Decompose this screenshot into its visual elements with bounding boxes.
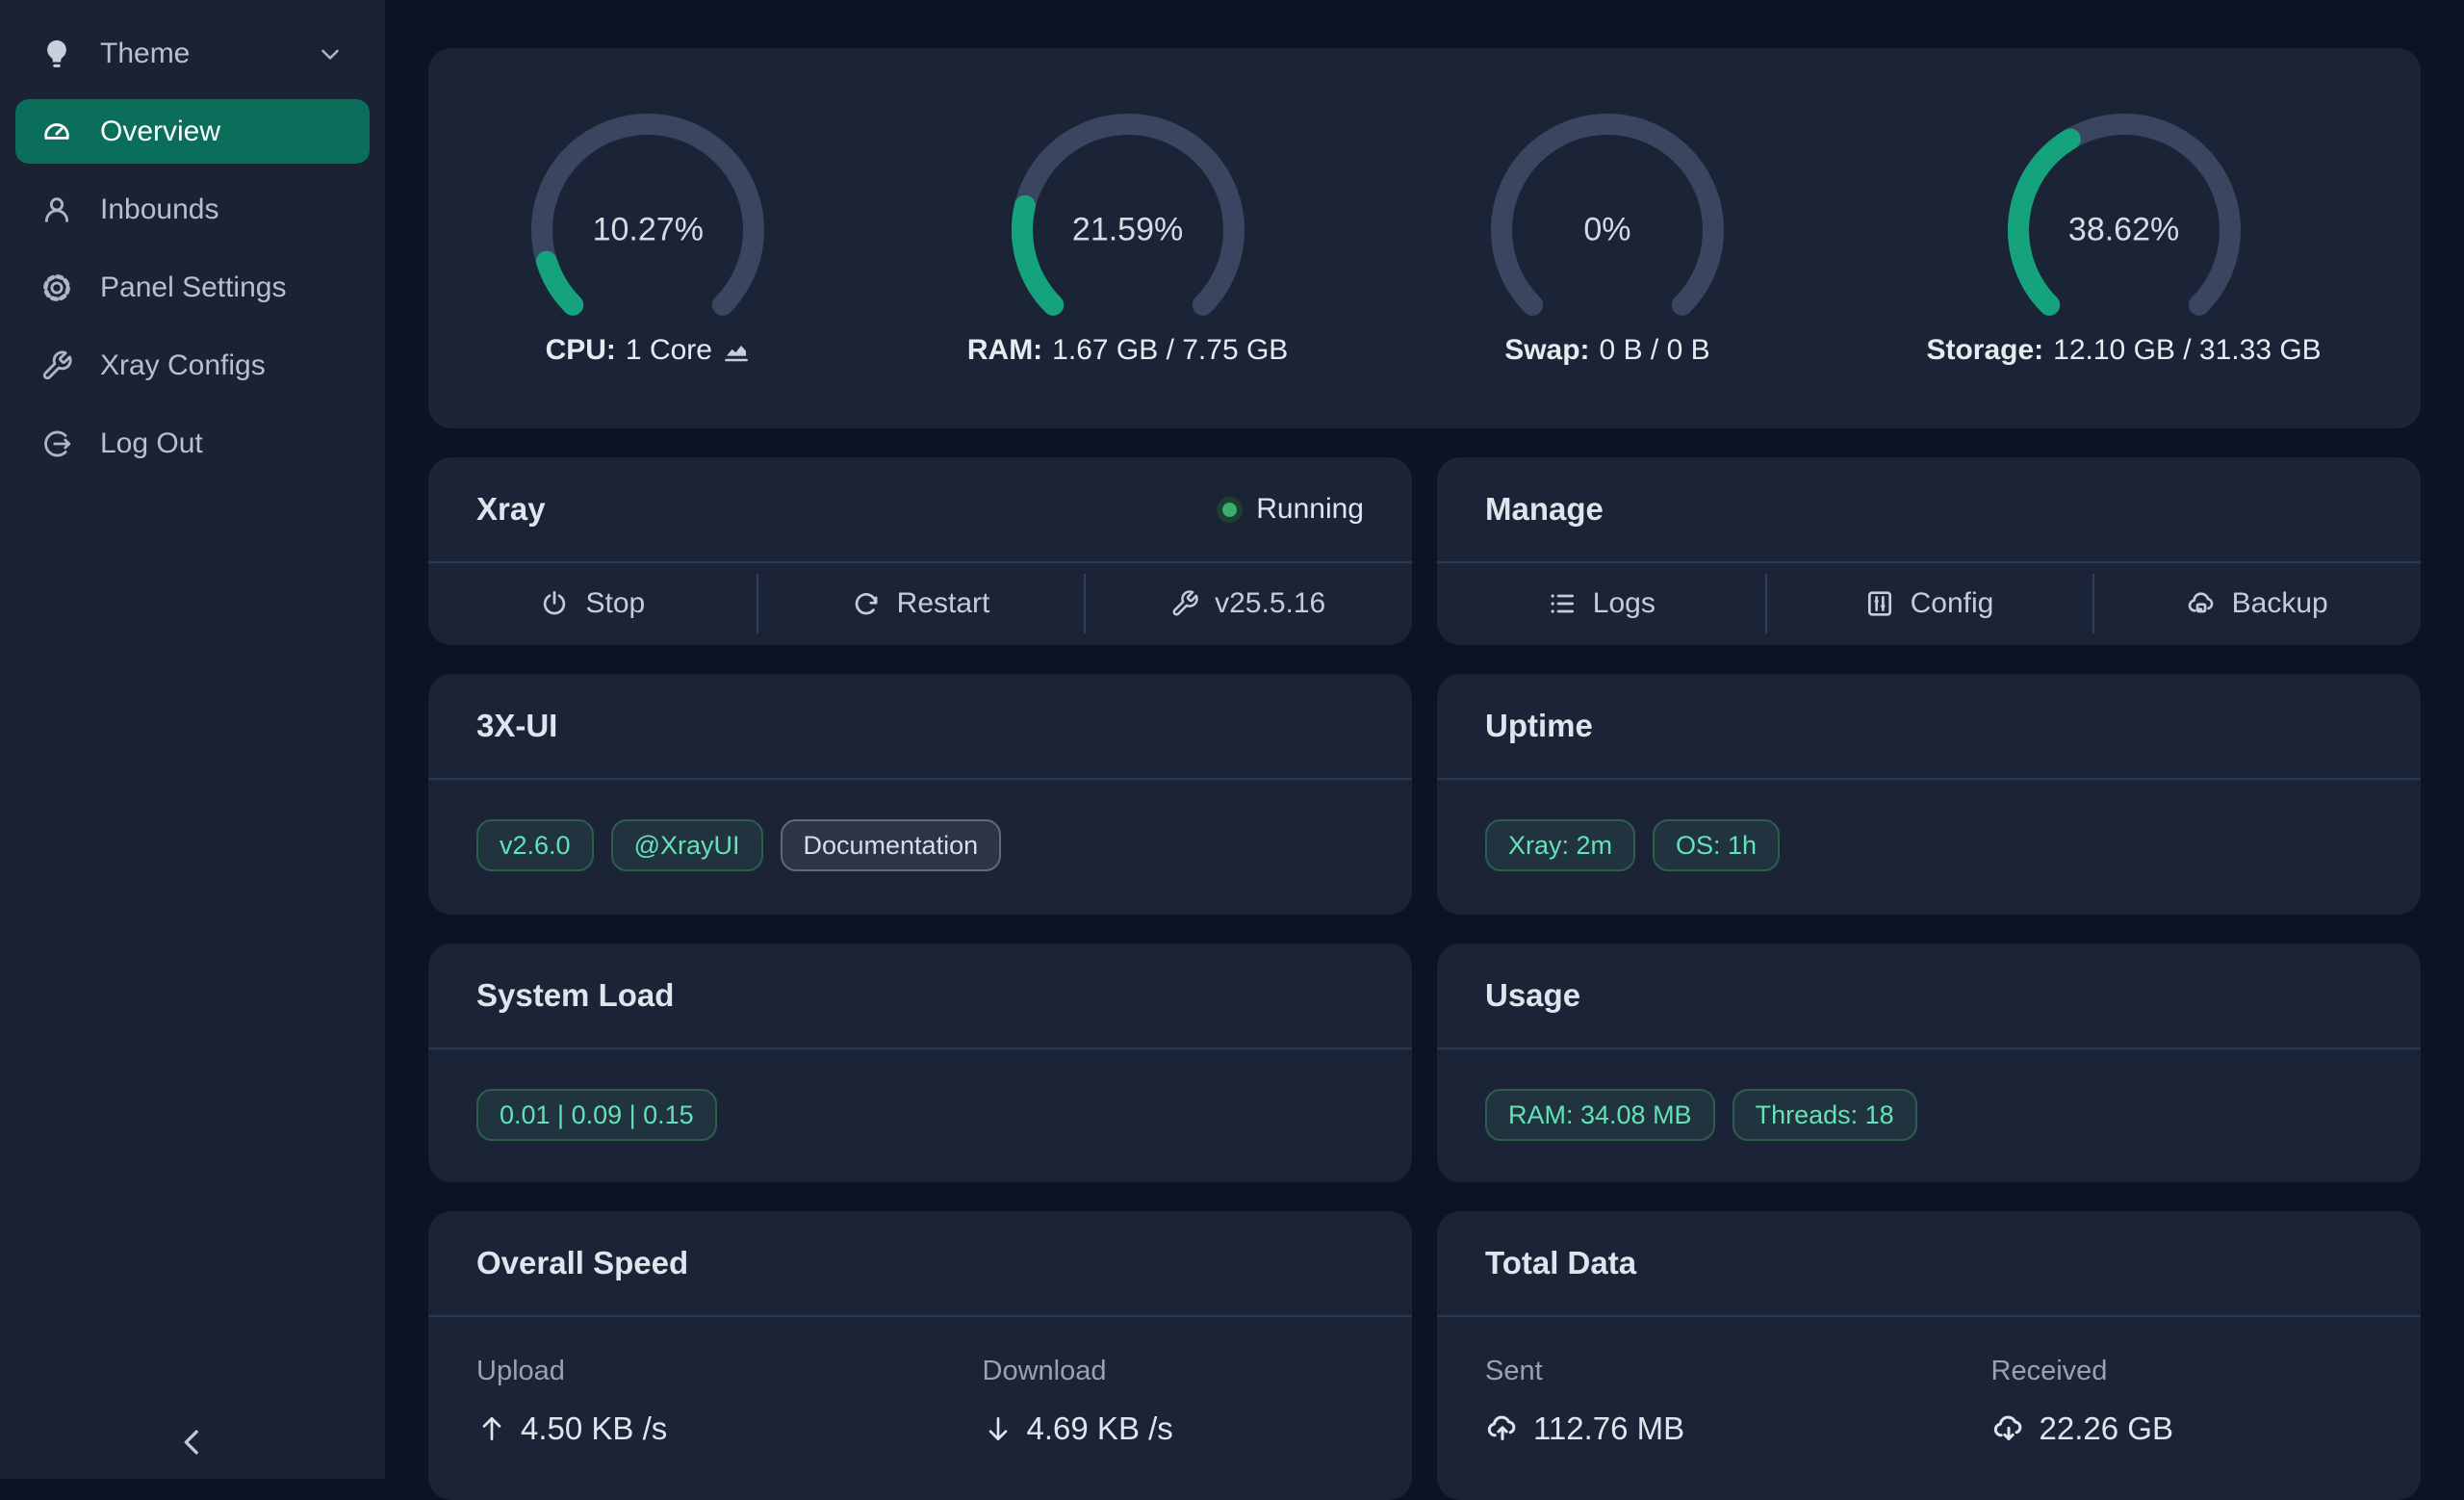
arrow-down-icon <box>983 1413 1014 1444</box>
version-badge[interactable]: v2.6.0 <box>476 819 594 871</box>
storage-percent: 38.62% <box>2004 212 2245 249</box>
sidebar-item-xray-configs[interactable]: Xray Configs <box>15 333 370 398</box>
status-dot-icon <box>1222 503 1237 517</box>
xray-card-title: Xray <box>476 491 546 528</box>
sidebar-item-label: Log Out <box>100 427 203 460</box>
restart-icon <box>851 588 882 619</box>
sidebar-item-label: Panel Settings <box>100 272 286 304</box>
xrayui-link-badge[interactable]: @XrayUI <box>611 819 763 871</box>
sidebar-item-inbounds[interactable]: Inbounds <box>15 177 370 242</box>
xray-version-button[interactable]: v25.5.16 <box>1084 563 1412 644</box>
cloud-upload-icon <box>1485 1411 1520 1446</box>
system-load-card: System Load 0.01 | 0.09 | 0.15 <box>428 944 1412 1182</box>
uptime-card-title: Uptime <box>1485 708 1593 744</box>
documentation-badge[interactable]: Documentation <box>781 819 1002 871</box>
upload-speed-metric: Upload 4.50 KB /s <box>476 1356 983 1447</box>
xray-restart-button[interactable]: Restart <box>757 563 1085 644</box>
xray-card: Xray Running Stop <box>428 457 1412 645</box>
arrow-up-icon <box>476 1413 507 1444</box>
ram-caption: RAM: 1.67 GB / 7.75 GB <box>967 334 1288 367</box>
system-gauges-card: 10.27% CPU: 1 Core 21.59% RAM: 1.67 GB /… <box>428 48 2421 428</box>
uptime-card: Uptime Xray: 2m OS: 1h <box>1437 674 2421 915</box>
sliders-icon <box>1864 588 1895 619</box>
theme-label: Theme <box>100 38 190 70</box>
logout-icon <box>40 427 73 460</box>
system-load-card-title: System Load <box>476 977 674 1014</box>
usage-card-title: Usage <box>1485 977 1580 1014</box>
swap-gauge: 0% Swap: 0 B / 0 B <box>1487 110 1728 367</box>
theme-selector[interactable]: Theme <box>15 21 370 86</box>
sidebar-item-overview[interactable]: Overview <box>15 99 370 164</box>
area-chart-icon[interactable] <box>722 336 751 365</box>
manage-card: Manage Logs <box>1437 457 2421 645</box>
cloud-download-icon <box>1991 1411 2026 1446</box>
sidebar-item-panel-settings[interactable]: Panel Settings <box>15 255 370 320</box>
overall-speed-card: Overall Speed Upload 4.50 KB /s Download <box>428 1211 1412 1500</box>
threads-badge: Threads: 18 <box>1732 1089 1917 1141</box>
usage-card: Usage RAM: 34.08 MB Threads: 18 <box>1437 944 2421 1182</box>
sidebar-item-label: Inbounds <box>100 194 218 226</box>
sidebar: Theme Overview Inbounds Panel Settings <box>0 0 385 1479</box>
received-data-metric: Received 22.26 GB <box>1991 1356 2373 1447</box>
cpu-gauge: 10.27% CPU: 1 Core <box>527 110 768 367</box>
backup-button[interactable]: Backup <box>2092 563 2421 644</box>
swap-percent: 0% <box>1487 212 1728 249</box>
bulb-icon <box>40 38 73 70</box>
overall-speed-card-title: Overall Speed <box>476 1245 688 1281</box>
total-data-card-title: Total Data <box>1485 1245 1636 1281</box>
gear-icon <box>40 272 73 304</box>
ram-usage-badge: RAM: 34.08 MB <box>1485 1089 1715 1141</box>
user-icon <box>40 194 73 226</box>
main-content: 10.27% CPU: 1 Core 21.59% RAM: 1.67 GB /… <box>385 0 2464 1479</box>
sidebar-item-label: Overview <box>100 116 220 148</box>
gauge-icon <box>40 116 73 148</box>
chevron-down-icon <box>316 39 345 68</box>
ram-percent: 21.59% <box>1008 212 1248 249</box>
swap-caption: Swap: 0 B / 0 B <box>1504 334 1709 367</box>
wrench-icon <box>40 349 73 382</box>
sidebar-collapse-button[interactable] <box>0 1423 385 1461</box>
ram-gauge: 21.59% RAM: 1.67 GB / 7.75 GB <box>967 110 1288 367</box>
sidebar-item-log-out[interactable]: Log Out <box>15 411 370 476</box>
power-icon <box>539 588 570 619</box>
storage-gauge: 38.62% Storage: 12.10 GB / 31.33 GB <box>1926 110 2321 367</box>
cpu-percent: 10.27% <box>527 212 768 249</box>
cloud-icon <box>2186 588 2217 619</box>
load-average-badge: 0.01 | 0.09 | 0.15 <box>476 1089 717 1141</box>
chevron-left-icon <box>173 1423 212 1461</box>
xray-stop-button[interactable]: Stop <box>428 563 757 644</box>
wrench-icon <box>1170 589 1199 618</box>
cpu-caption: CPU: 1 Core <box>546 334 751 367</box>
sidebar-item-label: Xray Configs <box>100 349 266 382</box>
logs-button[interactable]: Logs <box>1437 563 1765 644</box>
threexui-card: 3X-UI v2.6.0 @XrayUI Documentation <box>428 674 1412 915</box>
os-uptime-badge: OS: 1h <box>1653 819 1780 871</box>
xray-status-badge: Running <box>1222 493 1364 526</box>
config-button[interactable]: Config <box>1765 563 2093 644</box>
list-icon <box>1547 588 1578 619</box>
sent-data-metric: Sent 112.76 MB <box>1485 1356 1991 1447</box>
download-speed-metric: Download 4.69 KB /s <box>983 1356 1364 1447</box>
storage-caption: Storage: 12.10 GB / 31.33 GB <box>1926 334 2321 367</box>
xray-uptime-badge: Xray: 2m <box>1485 819 1635 871</box>
total-data-card: Total Data Sent 112.76 MB Received <box>1437 1211 2421 1500</box>
manage-card-title: Manage <box>1485 491 1604 528</box>
threexui-card-title: 3X-UI <box>476 708 557 744</box>
